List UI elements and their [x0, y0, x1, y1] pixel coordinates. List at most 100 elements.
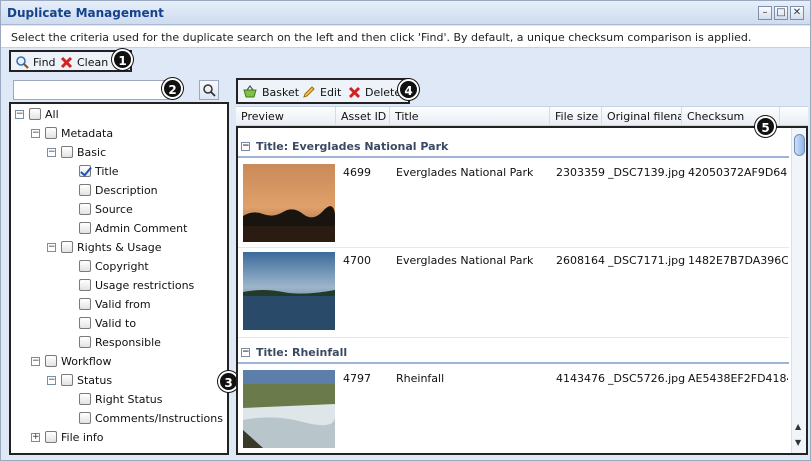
edit-button[interactable]: Edit	[302, 84, 341, 100]
clean-label: Clean	[77, 55, 109, 69]
collapse-toggle[interactable]: −	[31, 128, 40, 138]
callout-badge-4: 4	[398, 79, 419, 100]
tree-node-rights-usage[interactable]: − Rights & Usage	[47, 239, 162, 255]
cell-checksum: AE5438EF2FD4184	[688, 372, 788, 385]
tree-node-basic[interactable]: − Basic	[47, 144, 106, 160]
grid-header: Preview Asset ID Title File size Origina…	[236, 106, 808, 126]
checkbox-metadata[interactable]	[45, 127, 57, 139]
basket-icon	[243, 85, 257, 98]
scroll-down-arrow[interactable]: ▼	[795, 438, 801, 447]
checkbox-copyright[interactable]	[79, 260, 91, 272]
group-header[interactable]: − Title: Rheinfall	[238, 342, 789, 364]
preview-thumbnail	[243, 252, 335, 330]
pencil-icon	[303, 86, 315, 98]
checkbox-responsible[interactable]	[79, 336, 91, 348]
checkbox-source[interactable]	[79, 203, 91, 215]
cell-checksum: 1482E7B7DA396C	[688, 254, 788, 267]
checkbox-comments-instructions[interactable]	[79, 412, 91, 424]
collapse-toggle[interactable]: −	[241, 141, 250, 151]
checkbox-admin-comment[interactable]	[79, 222, 91, 234]
vertical-scrollbar[interactable]: ▲ ▼	[791, 128, 806, 453]
criteria-search-input[interactable]	[13, 80, 169, 100]
tree-node-valid-to[interactable]: Valid to	[79, 315, 136, 331]
checkbox-usage-restrictions[interactable]	[79, 279, 91, 291]
cell-file-size: 2608164	[556, 254, 605, 267]
checkbox-workflow[interactable]	[45, 355, 57, 367]
callout-badge-1: 1	[112, 49, 133, 70]
collapse-toggle[interactable]: −	[47, 147, 56, 157]
tree-node-admin-comment[interactable]: Admin Comment	[79, 220, 187, 236]
tree-node-metadata[interactable]: − Metadata	[31, 125, 113, 141]
checkbox-right-status[interactable]	[79, 393, 91, 405]
minimize-button[interactable]: –	[758, 6, 772, 20]
cell-asset-id: 4699	[343, 166, 371, 179]
column-file-size[interactable]: File size	[550, 107, 602, 126]
checkbox-all[interactable]	[29, 108, 41, 120]
tree-node-status[interactable]: − Status	[47, 372, 112, 388]
checkbox-rights-usage[interactable]	[61, 241, 73, 253]
tree-node-title[interactable]: Title	[79, 163, 119, 179]
cell-title: Everglades National Park	[396, 254, 534, 267]
checkbox-description[interactable]	[79, 184, 91, 196]
collapse-toggle[interactable]: −	[47, 242, 56, 252]
criteria-tree: − All − Metadata − Basic Title Description …	[9, 102, 229, 455]
tree-node-responsible[interactable]: Responsible	[79, 334, 161, 350]
title-bar: Duplicate Management – □ ✕	[1, 1, 810, 25]
tree-node-usage-restrictions[interactable]: Usage restrictions	[79, 277, 194, 293]
column-preview[interactable]: Preview	[236, 107, 336, 126]
maximize-button[interactable]: □	[774, 6, 788, 20]
info-text: Select the criteria used for the duplica…	[1, 26, 810, 48]
cell-title: Everglades National Park	[396, 166, 534, 179]
results-toolbar: Basket Edit Delete	[236, 78, 410, 104]
column-original-filename[interactable]: Original filenar	[602, 107, 682, 126]
cell-file-size: 4143476	[556, 372, 605, 385]
checkbox-valid-from[interactable]	[79, 298, 91, 310]
expand-toggle[interactable]: +	[31, 432, 40, 442]
find-button[interactable]: Find	[15, 54, 56, 70]
tree-node-file-info[interactable]: + File info	[31, 429, 104, 445]
collapse-toggle[interactable]: −	[241, 347, 250, 357]
search-button[interactable]	[199, 80, 219, 100]
cell-filename: _DSC5726.jpg	[608, 372, 686, 385]
checkbox-file-info[interactable]	[45, 431, 57, 443]
edit-label: Edit	[320, 85, 342, 99]
checkbox-basic[interactable]	[61, 146, 73, 158]
cell-filename: _DSC7171.jpg	[608, 254, 686, 267]
find-label: Find	[33, 55, 56, 69]
basket-button[interactable]: Basket	[242, 84, 299, 100]
collapse-toggle[interactable]: −	[15, 109, 24, 119]
tree-node-valid-from[interactable]: Valid from	[79, 296, 151, 312]
group-header[interactable]: − Title: Everglades National Park	[238, 136, 789, 158]
tree-node-copyright[interactable]: Copyright	[79, 258, 149, 274]
tree-node-description[interactable]: Description	[79, 182, 158, 198]
delete-button[interactable]: Delete	[348, 84, 401, 100]
clean-button[interactable]: Clean	[60, 54, 108, 70]
scrollbar-thumb[interactable]	[794, 134, 805, 156]
checkbox-title[interactable]	[79, 165, 91, 177]
column-title[interactable]: Title	[390, 107, 550, 126]
checkbox-valid-to[interactable]	[79, 317, 91, 329]
tree-node-all[interactable]: − All	[15, 106, 59, 122]
checkbox-status[interactable]	[61, 374, 73, 386]
red-x-icon	[60, 56, 73, 68]
search-icon	[203, 84, 216, 97]
magnifier-icon	[16, 56, 29, 69]
tree-node-comments-instructions[interactable]: Comments/Instructions	[79, 410, 223, 426]
table-row[interactable]: 4797 Rheinfall 4143476 _DSC5726.jpg AE54…	[238, 366, 789, 453]
tree-node-source[interactable]: Source	[79, 201, 133, 217]
window-title: Duplicate Management	[7, 6, 164, 20]
table-row[interactable]: 4700 Everglades National Park 2608164 _D…	[238, 248, 789, 338]
column-asset-id[interactable]: Asset ID	[336, 107, 390, 126]
callout-badge-5: 5	[755, 116, 776, 137]
table-row[interactable]: 4699 Everglades National Park 2303359 _D…	[238, 160, 789, 248]
collapse-toggle[interactable]: −	[47, 375, 56, 385]
tree-node-workflow[interactable]: − Workflow	[31, 353, 112, 369]
cell-checksum: 42050372AF9D64	[688, 166, 788, 179]
scroll-up-arrow[interactable]: ▲	[795, 422, 801, 431]
collapse-toggle[interactable]: −	[31, 356, 40, 366]
duplicate-management-window: Duplicate Management – □ ✕ Select the cr…	[0, 0, 811, 461]
delete-label: Delete	[365, 85, 402, 99]
close-button[interactable]: ✕	[790, 6, 804, 20]
tree-node-right-status[interactable]: Right Status	[79, 391, 163, 407]
cell-asset-id: 4700	[343, 254, 371, 267]
